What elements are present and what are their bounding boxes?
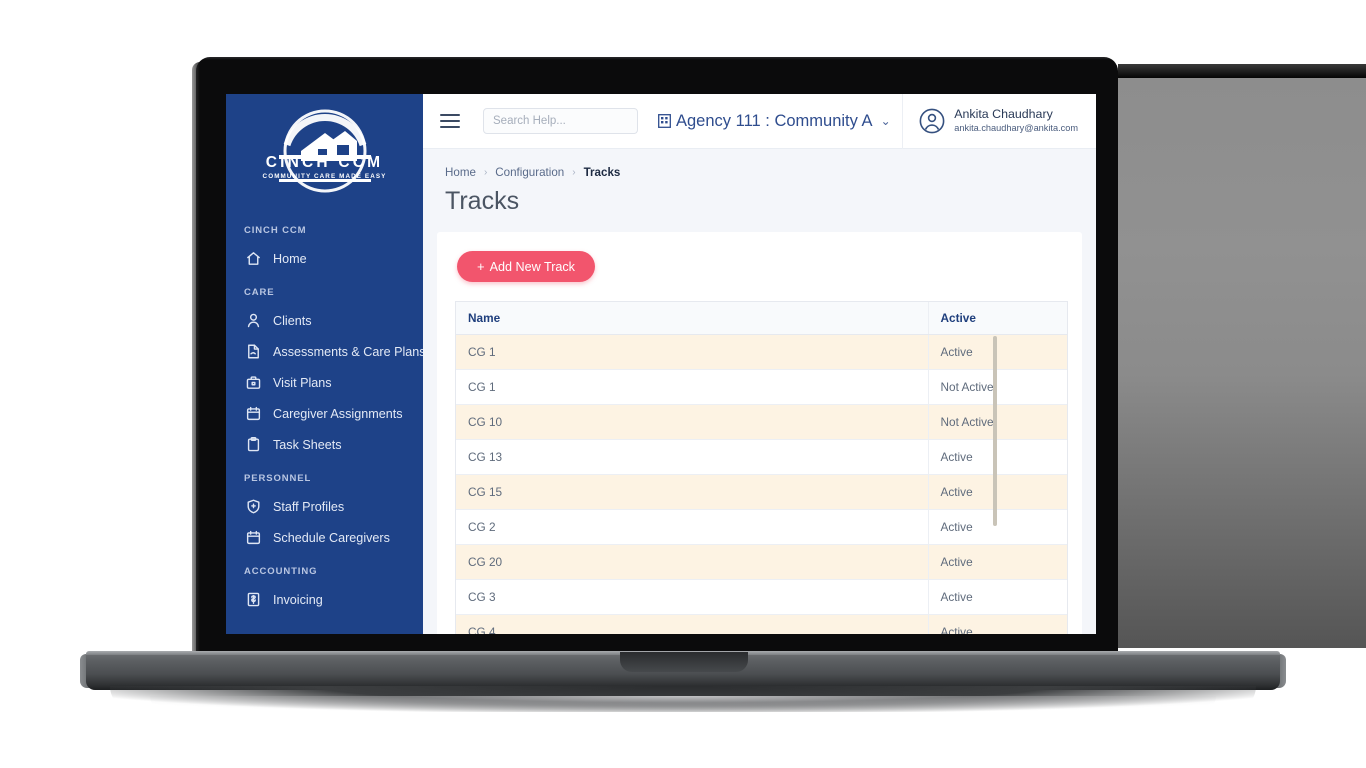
person-icon [245, 312, 262, 329]
sidebar-item-label: Caregiver Assignments [273, 406, 403, 421]
sidebar-item-label: Home [273, 251, 307, 266]
table-row[interactable]: CG 1 Active [456, 334, 1067, 370]
invoice-dollar-icon [245, 591, 262, 608]
cell-name: CG 2 [456, 509, 929, 545]
sidebar-item-task-sheets[interactable]: Task Sheets [226, 429, 423, 460]
cell-active: Not Active [928, 404, 1067, 440]
sidebar-item-caregiver-assignments[interactable]: Caregiver Assignments [226, 398, 423, 429]
home-icon [245, 250, 262, 267]
sidebar-item-label: Clients [273, 313, 312, 328]
breadcrumb-separator-icon: › [572, 167, 576, 178]
cell-active: Active [928, 509, 1067, 545]
column-header-active[interactable]: Active [928, 302, 1067, 335]
breadcrumb-separator-icon: › [483, 167, 488, 178]
cell-name: CG 10 [456, 404, 929, 440]
search-input[interactable] [483, 108, 638, 134]
cell-active: Active [928, 614, 1067, 634]
brand-name: CINCH CCM [265, 154, 384, 171]
user-name: Ankita Chaudhary [954, 107, 1053, 122]
table-row[interactable]: CG 3 Active [456, 579, 1067, 615]
table-row[interactable]: CG 15 Active [456, 474, 1067, 510]
sidebar-nav: CINCH CCM Home CARE Clients Assessments & Ca… [226, 212, 423, 615]
plus-icon: + [477, 259, 485, 274]
sidebar-item-label: Task Sheets [273, 437, 342, 452]
sidebar-item-label: Schedule Caregivers [273, 530, 390, 545]
background-panel-top [1118, 64, 1366, 78]
cell-name: CG 20 [456, 544, 929, 580]
table-row[interactable]: CG 1 Not Active [456, 369, 1067, 405]
chevron-down-icon: ⌄ [880, 114, 891, 128]
agency-selector[interactable]: Agency 111 : Community A ⌄ [658, 112, 891, 131]
cinch-ccm-logo-icon [278, 109, 371, 193]
clipboard-icon [245, 436, 262, 453]
sidebar-item-label: Staff Profiles [273, 499, 345, 514]
sidebar-item-visit-plans[interactable]: Visit Plans [226, 367, 423, 398]
user-menu[interactable]: Ankita Chaudhary ankita.chaudhary@ankita… [902, 94, 1096, 149]
laptop-base-notch [620, 652, 748, 672]
table-header-row: Name Active [456, 302, 1067, 335]
table-row[interactable]: CG 2 Active [456, 509, 1067, 545]
column-header-name[interactable]: Name [456, 302, 929, 335]
calendar-icon [245, 405, 262, 422]
screenshot-stage: CINCH CCM COMMUNITY CARE MADE EASY CINCH… [0, 0, 1366, 768]
cell-name: CG 13 [456, 439, 929, 475]
user-email: ankita.chaudhary@ankita.com [954, 122, 1078, 133]
calendar-icon [245, 529, 262, 546]
cell-name: CG 1 [456, 334, 929, 370]
document-icon [245, 343, 262, 360]
sidebar-section-personnel: PERSONNEL [244, 473, 312, 484]
sidebar-item-label: Visit Plans [273, 375, 332, 390]
cell-name: CG 15 [456, 474, 929, 510]
table-row[interactable]: CG 13 Active [456, 439, 1067, 475]
table-vertical-scrollbar[interactable] [993, 336, 997, 526]
briefcase-icon [245, 374, 262, 391]
brand-logo[interactable]: CINCH CCM COMMUNITY CARE MADE EASY [226, 94, 423, 212]
breadcrumb: Home › Configuration › Tracks [423, 149, 1096, 179]
sidebar-item-clients[interactable]: Clients [226, 305, 423, 336]
breadcrumb-item-home[interactable]: Home [445, 166, 476, 179]
agency-label: Agency 111 : Community A [676, 111, 873, 130]
cell-active: Active [928, 579, 1067, 615]
sidebar-item-home[interactable]: Home [226, 243, 423, 274]
content-card: + Add New Track Name Active CG 1 Active CG … [437, 232, 1082, 634]
table-row[interactable]: CG 4 Active [456, 614, 1067, 634]
cell-active: Active [928, 474, 1067, 510]
sidebar-item-staff-profiles[interactable]: Staff Profiles [226, 491, 423, 522]
cell-active: Not Active [928, 369, 1067, 405]
breadcrumb-item-tracks: Tracks [583, 166, 621, 179]
add-new-track-label: Add New Track [489, 260, 575, 274]
tracks-table-wrapper: Name Active CG 1 Active CG 1 Not Active CG 1… [455, 301, 1068, 634]
sidebar-item-label: Invoicing [273, 592, 323, 607]
sidebar: CINCH CCM COMMUNITY CARE MADE EASY CINCH… [226, 94, 423, 634]
breadcrumb-item-configuration[interactable]: Configuration [495, 166, 564, 179]
sidebar-section-cinch-ccm: CINCH CCM [244, 225, 307, 236]
user-circle-icon [919, 108, 945, 134]
sidebar-item-label: Assessments & Care Plans [273, 344, 423, 359]
sidebar-item-assessments-care-plans[interactable]: Assessments & Care Plans [226, 336, 423, 367]
shield-heart-icon [245, 498, 262, 515]
cell-active: Active [928, 439, 1067, 475]
table-row[interactable]: CG 10 Not Active [456, 404, 1067, 440]
tracks-table: Name Active CG 1 Active CG 1 Not Active CG 1… [456, 302, 1067, 634]
cell-active: Active [928, 334, 1067, 370]
cell-name: CG 1 [456, 369, 929, 405]
sidebar-item-schedule-caregivers[interactable]: Schedule Caregivers [226, 522, 423, 553]
sidebar-item-invoicing[interactable]: Invoicing [226, 584, 423, 615]
cell-name: CG 3 [456, 579, 929, 615]
table-row[interactable]: CG 20 Active [456, 544, 1067, 580]
screen-content: CINCH CCM COMMUNITY CARE MADE EASY CINCH… [226, 94, 1096, 634]
building-icon [658, 114, 671, 128]
hamburger-icon[interactable] [440, 110, 460, 132]
brand-tagline: COMMUNITY CARE MADE EASY [262, 173, 387, 180]
laptop-base-glow [150, 696, 1216, 712]
cell-active: Active [928, 544, 1067, 580]
background-gray-panel [1118, 78, 1366, 648]
add-new-track-button[interactable]: + Add New Track [457, 251, 595, 282]
main-area: Agency 111 : Community A ⌄ Ankita Chaudh… [423, 94, 1096, 634]
cell-name: CG 4 [456, 614, 929, 634]
sidebar-section-accounting: ACCOUNTING [244, 566, 318, 577]
page-title: Tracks [445, 187, 520, 215]
sidebar-section-care: CARE [244, 287, 275, 298]
top-bar: Agency 111 : Community A ⌄ Ankita Chaudh… [423, 94, 1096, 149]
